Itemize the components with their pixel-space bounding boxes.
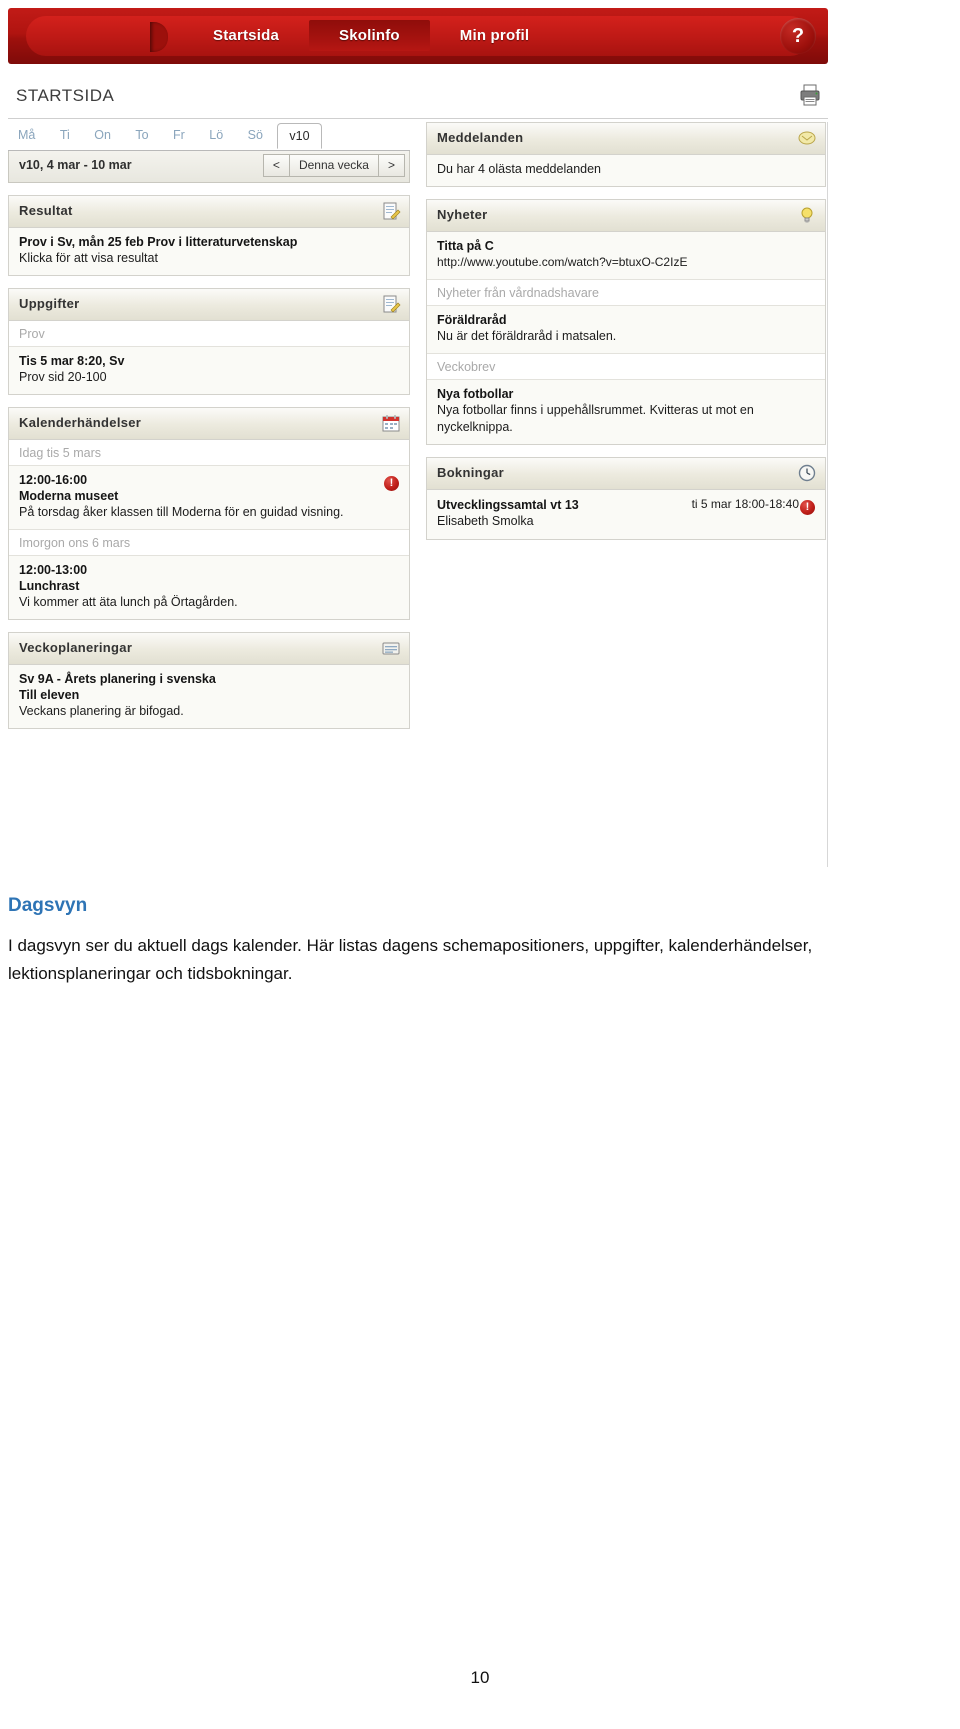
day-tab-ti[interactable]: Ti [50,122,80,147]
nyheter-item-title: Titta på C [437,239,494,253]
kalender-group-label: Idag tis 5 mars [9,440,409,466]
top-navigation-bar: Startsida Skolinfo Min profil ? [8,8,828,64]
nyheter-veckobrev-title: Nya fotbollar [437,387,514,401]
kalender-event-item[interactable]: 12:00-16:00 Moderna museet På torsdag åk… [9,466,409,530]
bokning-item-when: ti 5 mar 18:00-18:40 [691,497,799,511]
right-column: Meddelanden Du har 4 olästa meddelanden … [426,122,826,540]
nav-items: Startsida Skolinfo Min profil [183,20,559,51]
panel-uppgifter: Uppgifter Prov Tis 5 mar 8:20, Sv Prov s… [8,288,410,395]
printer-icon[interactable] [800,84,820,106]
uppgifter-item[interactable]: Tis 5 mar 8:20, Sv Prov sid 20-100 [9,347,409,394]
nav-item-min-profil[interactable]: Min profil [430,20,560,51]
nav-item-skolinfo[interactable]: Skolinfo [309,20,430,51]
nyheter-item[interactable]: Titta på C http://www.youtube.com/watch?… [427,232,825,280]
panel-kalenderhandelser: Kalenderhändelser Idag tis 5 mars 12:00-… [8,407,410,620]
week-tab-v10[interactable]: v10 [277,123,322,149]
panel-nyheter-header: Nyheter [427,200,825,232]
panel-nyheter: Nyheter Titta på C http://www.youtube.co… [426,199,826,445]
day-tab-on[interactable]: On [84,122,121,147]
page-number: 10 [470,1668,490,1687]
day-tab-ma[interactable]: Må [8,122,45,147]
panel-meddelanden-title: Meddelanden [437,130,524,145]
lightbulb-icon[interactable] [797,205,817,225]
kalender-group-label-2: Imorgon ons 6 mars [9,530,409,556]
panel-meddelanden: Meddelanden Du har 4 olästa meddelanden [426,122,826,187]
meddelanden-text: Du har 4 olästa meddelanden [437,162,602,176]
panel-bokningar-header: Bokningar [427,458,825,490]
panel-uppgifter-header: Uppgifter [9,289,409,321]
day-tabs: Må Ti On To Fr Lö Sö v10 [8,122,410,151]
help-button[interactable]: ? [780,18,816,54]
resultat-item[interactable]: Prov i Sv, mån 25 feb Prov i litteraturv… [9,228,409,275]
calendar-icon[interactable] [381,413,401,433]
panel-bokningar-title: Bokningar [437,465,504,480]
left-column: Må Ti On To Fr Lö Sö v10 v10, 4 mar - 10… [8,122,410,729]
week-range-bar: v10, 4 mar - 10 mar < Denna vecka > [8,151,410,183]
kalender-event-time-2: 12:00-13:00 [19,563,88,577]
week-range-label: v10, 4 mar - 10 mar [19,158,132,172]
nyheter-item-link[interactable]: http://www.youtube.com/watch?v=btuxO-C2I… [437,254,815,271]
panel-meddelanden-header: Meddelanden [427,123,825,155]
next-week-button[interactable]: > [377,154,405,177]
note-icon[interactable] [381,638,401,658]
nav-item-startsida[interactable]: Startsida [183,20,309,51]
nyheter-vardnadshavare-title: Föräldraråd [437,313,507,327]
this-week-button[interactable]: Denna vecka [288,154,379,177]
day-tab-so[interactable]: Sö [238,122,273,147]
envelope-icon[interactable] [797,128,817,148]
alert-icon[interactable]: ! [384,476,399,491]
page-header: STARTSIDA [8,80,828,119]
document-edit-icon[interactable] [381,201,401,221]
nyheter-vardnadshavare-item[interactable]: Föräldraråd Nu är det föräldraråd i mats… [427,306,825,354]
kalender-event-title-2: Lunchrast [19,579,80,593]
day-tab-to[interactable]: To [125,122,158,147]
nyheter-veckobrev-item[interactable]: Nya fotbollar Nya fotbollar finns i uppe… [427,380,825,444]
day-tab-lo[interactable]: Lö [199,122,233,147]
document-page: Startsida Skolinfo Min profil ? STARTSID… [0,0,960,1729]
page-title: STARTSIDA [16,86,115,105]
veckoplanering-item-text: Veckans planering är bifogad. [19,704,184,718]
kalender-event-item-2[interactable]: 12:00-13:00 Lunchrast Vi kommer att äta … [9,556,409,619]
startsida-content: Må Ti On To Fr Lö Sö v10 v10, 4 mar - 10… [8,122,828,867]
kalender-event-text: På torsdag åker klassen till Moderna för… [19,505,344,519]
panel-kalenderhandelser-header: Kalenderhändelser [9,408,409,440]
nyheter-group-label: Nyheter från vårdnadshavare [427,280,825,306]
panel-uppgifter-title: Uppgifter [19,296,80,311]
caption-heading: Dagsvyn [8,895,88,916]
uppgifter-item-title: Tis 5 mar 8:20, Sv [19,354,125,368]
bokning-item-person: Elisabeth Smolka [437,514,534,528]
veckoplanering-item-subtitle: Till eleven [19,688,80,702]
prev-week-button[interactable]: < [262,154,290,177]
panel-bokningar: Bokningar Utvecklingssamtal vt 13 Elisab… [426,457,826,540]
nyheter-veckobrev-label: Veckobrev [427,354,825,380]
panel-veckoplaneringar: Veckoplaneringar Sv 9A - Årets planering… [8,632,410,729]
document-edit-icon[interactable] [381,294,401,314]
caption-body: I dagsvyn ser du aktuell dags kalender. … [8,936,813,983]
nyheter-vardnadshavare-text: Nu är det föräldraråd i matsalen. [437,329,617,343]
clock-icon[interactable] [797,463,817,483]
uppgifter-item-text: Prov sid 20-100 [19,370,107,384]
meddelanden-item[interactable]: Du har 4 olästa meddelanden [427,155,825,186]
uppgifter-group-label: Prov [9,321,409,347]
panel-nyheter-title: Nyheter [437,207,488,222]
nyheter-veckobrev-text: Nya fotbollar finns i uppehållsrummet. K… [437,403,754,434]
panel-resultat: Resultat Prov i Sv, mån 25 feb Prov i li… [8,195,410,276]
panel-kalenderhandelser-title: Kalenderhändelser [19,415,142,430]
day-tab-fr[interactable]: Fr [163,122,195,147]
resultat-item-title: Prov i Sv, mån 25 feb Prov i litteraturv… [19,235,298,249]
kalender-event-title: Moderna museet [19,489,119,503]
veckoplanering-item-title: Sv 9A - Årets planering i svenska [19,672,216,686]
week-navigation: < Denna vecka > [262,154,405,177]
kalender-event-text-2: Vi kommer att äta lunch på Örtagården. [19,595,238,609]
alert-icon[interactable]: ! [800,500,815,515]
bokning-item[interactable]: Utvecklingssamtal vt 13 Elisabeth Smolka… [427,490,825,539]
resultat-item-text: Klicka för att visa resultat [19,251,158,265]
panel-veckoplaneringar-header: Veckoplaneringar [9,633,409,665]
veckoplanering-item[interactable]: Sv 9A - Årets planering i svenska Till e… [9,665,409,728]
panel-resultat-title: Resultat [19,203,73,218]
panel-resultat-header: Resultat [9,196,409,228]
panel-veckoplaneringar-title: Veckoplaneringar [19,640,133,655]
kalender-event-time: 12:00-16:00 [19,473,88,487]
